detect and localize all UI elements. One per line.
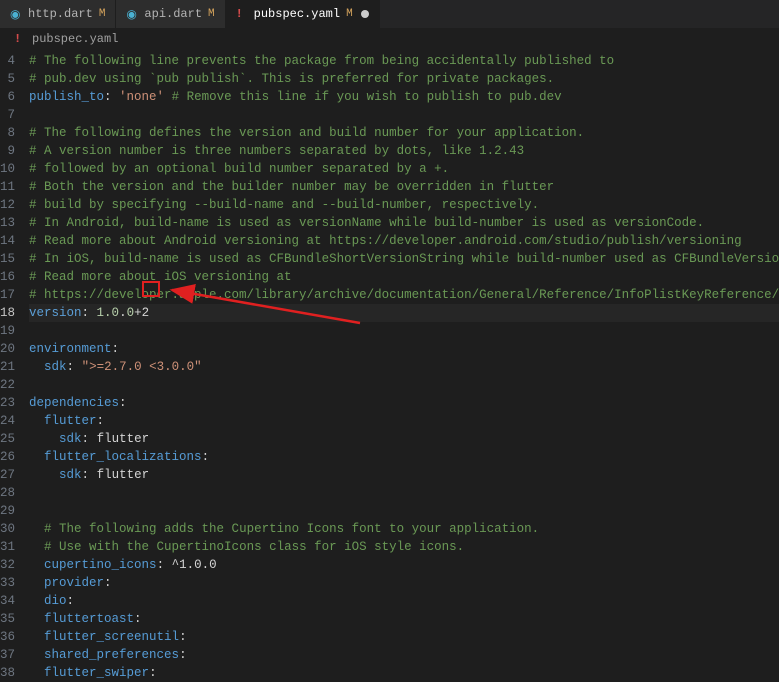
line-number: 32	[0, 556, 15, 574]
code-line[interactable]: dio:	[29, 592, 779, 610]
code-line[interactable]: flutter:	[29, 412, 779, 430]
yaml-icon: !	[236, 7, 248, 21]
tabs-bar: ◉ http.dart M ◉ api.dart M! pubspec.yaml M	[0, 0, 779, 28]
line-number: 23	[0, 394, 15, 412]
breadcrumb: ! pubspec.yaml	[0, 28, 779, 50]
code-line[interactable]: flutter_localizations:	[29, 448, 779, 466]
line-number: 17	[0, 286, 15, 304]
code-line[interactable]: # Use with the CupertinoIcons class for …	[29, 538, 779, 556]
code-line[interactable]: # The following line prevents the packag…	[29, 52, 779, 70]
code-line[interactable]: # A version number is three numbers sepa…	[29, 142, 779, 160]
editor[interactable]: 4567891011121314151617181920212223242526…	[0, 50, 779, 611]
line-number: 38	[0, 664, 15, 682]
gutter: 4567891011121314151617181920212223242526…	[0, 50, 29, 611]
line-number: 24	[0, 412, 15, 430]
code-line[interactable]: # The following adds the Cupertino Icons…	[29, 520, 779, 538]
code-line[interactable]: # In iOS, build-name is used as CFBundle…	[29, 250, 779, 268]
modified-indicator: M	[346, 8, 353, 20]
line-number: 14	[0, 232, 15, 250]
code-line[interactable]: sdk: flutter	[29, 466, 779, 484]
line-number: 7	[0, 106, 15, 124]
tab-api-dart[interactable]: ◉ api.dart M	[116, 0, 225, 28]
code-line[interactable]: sdk: ">=2.7.0 <3.0.0"	[29, 358, 779, 376]
line-number: 21	[0, 358, 15, 376]
line-number: 11	[0, 178, 15, 196]
line-number: 9	[0, 142, 15, 160]
code-line[interactable]: environment:	[29, 340, 779, 358]
code-line[interactable]	[29, 106, 779, 124]
line-number: 6	[0, 88, 15, 106]
code-line[interactable]: # https://developer.apple.com/library/ar…	[29, 286, 779, 304]
unsaved-dot-icon	[361, 10, 369, 18]
modified-indicator: M	[99, 8, 106, 20]
code-line[interactable]: flutter_screenutil:	[29, 628, 779, 646]
line-number: 10	[0, 160, 15, 178]
code-line[interactable]: # Both the version and the builder numbe…	[29, 178, 779, 196]
code-line[interactable]: dependencies:	[29, 394, 779, 412]
line-number: 37	[0, 646, 15, 664]
code-line[interactable]	[29, 376, 779, 394]
line-number: 4	[0, 52, 15, 70]
yaml-icon: !	[14, 32, 26, 46]
line-number: 36	[0, 628, 15, 646]
line-number: 13	[0, 214, 15, 232]
current-line-highlight	[29, 304, 779, 322]
tab-label: http.dart	[28, 7, 93, 21]
code-line[interactable]: shared_preferences:	[29, 646, 779, 664]
tab-label: pubspec.yaml	[254, 7, 340, 21]
line-number: 22	[0, 376, 15, 394]
code-line[interactable]: # followed by an optional build number s…	[29, 160, 779, 178]
code-area[interactable]: # The following line prevents the packag…	[29, 50, 779, 611]
line-number: 25	[0, 430, 15, 448]
tab-pubspec-yaml[interactable]: ! pubspec.yaml M	[226, 0, 380, 28]
line-number: 8	[0, 124, 15, 142]
code-line[interactable]: # The following defines the version and …	[29, 124, 779, 142]
code-line[interactable]: # Read more about iOS versioning at	[29, 268, 779, 286]
code-line[interactable]	[29, 322, 779, 340]
line-number: 27	[0, 466, 15, 484]
line-number: 34	[0, 592, 15, 610]
code-line[interactable]	[29, 484, 779, 502]
code-line[interactable]	[29, 502, 779, 520]
dart-icon: ◉	[10, 7, 22, 22]
code-line[interactable]: provider:	[29, 574, 779, 592]
tab-http-dart[interactable]: ◉ http.dart M	[0, 0, 116, 28]
line-number: 5	[0, 70, 15, 88]
code-line[interactable]: # build by specifying --build-name and -…	[29, 196, 779, 214]
line-number: 12	[0, 196, 15, 214]
code-line[interactable]: # In Android, build-name is used as vers…	[29, 214, 779, 232]
dart-icon: ◉	[126, 7, 138, 22]
line-number: 16	[0, 268, 15, 286]
line-number: 20	[0, 340, 15, 358]
code-line[interactable]: sdk: flutter	[29, 430, 779, 448]
code-line[interactable]: cupertino_icons: ^1.0.0	[29, 556, 779, 574]
line-number: 33	[0, 574, 15, 592]
line-number: 15	[0, 250, 15, 268]
breadcrumb-text: pubspec.yaml	[32, 32, 118, 46]
modified-indicator: M	[208, 8, 215, 20]
line-number: 28	[0, 484, 15, 502]
line-number: 29	[0, 502, 15, 520]
line-number: 31	[0, 538, 15, 556]
line-number: 19	[0, 322, 15, 340]
code-line[interactable]: publish_to: 'none' # Remove this line if…	[29, 88, 779, 106]
code-line[interactable]: # pub.dev using `pub publish`. This is p…	[29, 70, 779, 88]
line-number: 26	[0, 448, 15, 466]
line-number: 30	[0, 520, 15, 538]
code-line[interactable]: flutter_swiper:	[29, 664, 779, 682]
line-number: 18	[0, 304, 15, 322]
tab-label: api.dart	[144, 7, 202, 21]
code-line[interactable]: # Read more about Android versioning at …	[29, 232, 779, 250]
